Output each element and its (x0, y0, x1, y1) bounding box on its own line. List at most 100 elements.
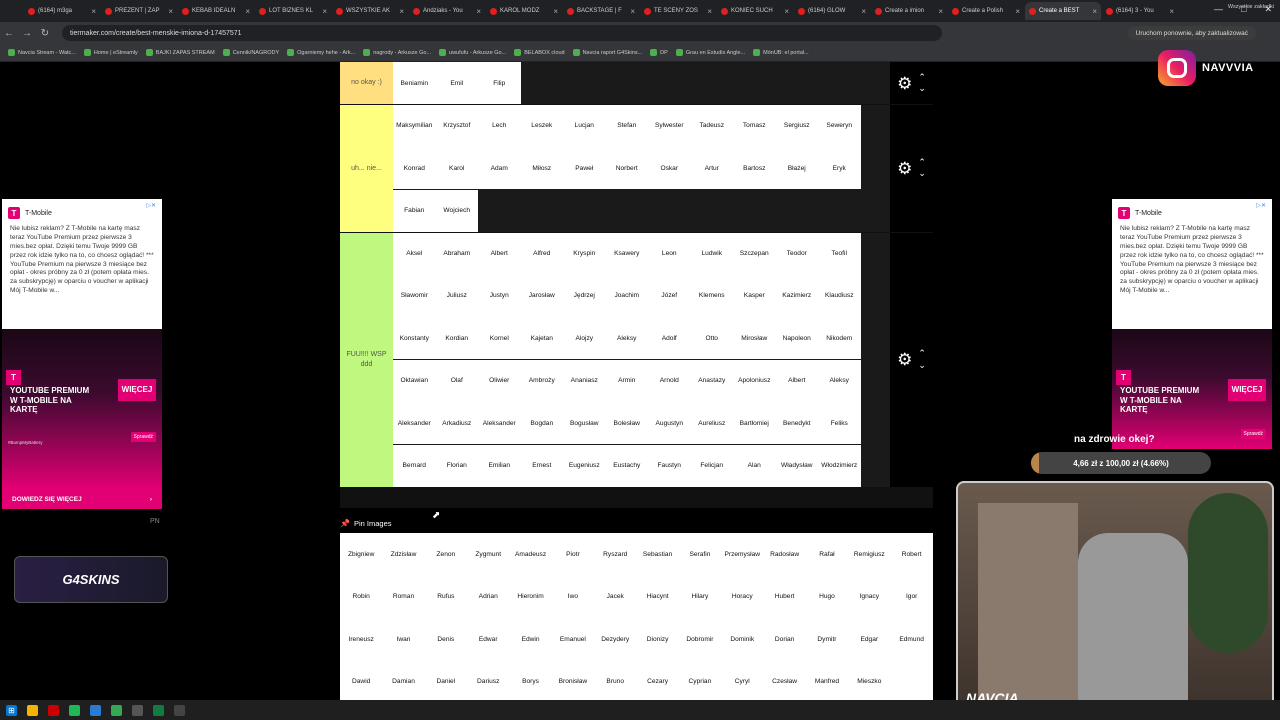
name-card[interactable]: Olaf (436, 360, 479, 402)
adchoices-icon[interactable]: ▷✕ (1256, 202, 1266, 209)
browser-tab[interactable]: TE SCENY ZOS × (640, 2, 716, 20)
browser-tab[interactable]: WSZYSTKIE AK × (332, 2, 408, 20)
name-card[interactable]: Edwin (509, 636, 551, 643)
name-card[interactable]: Bartłomiej (733, 402, 776, 444)
name-card[interactable]: Alojzy (563, 317, 606, 359)
browser-tab[interactable]: KONIEC SUCH × (717, 2, 793, 20)
tab-close-icon[interactable]: × (861, 7, 866, 16)
name-card[interactable]: Konrad (393, 147, 436, 189)
name-card[interactable]: Mirosław (733, 317, 776, 359)
name-card[interactable]: Aleksander (478, 402, 521, 444)
browser-tab[interactable]: KAROL MODZ × (486, 2, 562, 20)
name-card[interactable]: Justyn (478, 275, 521, 317)
browser-tab[interactable]: KEBAB IDEALN × (178, 2, 254, 20)
name-card[interactable]: Fabian (393, 190, 436, 232)
name-card[interactable]: Zenon (425, 551, 467, 558)
name-card[interactable]: Horacy (721, 593, 763, 600)
name-card[interactable]: Iwan (382, 636, 424, 643)
name-card[interactable]: Edwar (467, 636, 509, 643)
name-card[interactable]: Maksymilian (393, 105, 436, 147)
name-card[interactable]: Benedykt (776, 402, 819, 444)
name-card[interactable]: Kazimierz (776, 275, 819, 317)
tab-close-icon[interactable]: × (630, 7, 635, 16)
name-card[interactable]: Kasper (733, 275, 776, 317)
name-card[interactable]: Konstanty (393, 317, 436, 359)
ad-cta-button[interactable]: DOWIEDZ SIĘ WIĘCEJ › (2, 489, 162, 509)
bookmark-item[interactable]: Cennik/NAGRODY (222, 49, 279, 56)
name-card[interactable]: Cyprian (679, 678, 721, 685)
name-card[interactable]: Napoleon (776, 317, 819, 359)
name-card[interactable]: Rafał (806, 551, 848, 558)
name-card[interactable]: Arkadiusz (436, 402, 479, 444)
name-card[interactable]: Edgar (848, 636, 890, 643)
name-card[interactable]: Daniel (425, 678, 467, 685)
gear-icon[interactable]: ⚙ (897, 351, 912, 368)
name-card[interactable]: Eryk (818, 147, 861, 189)
tab-close-icon[interactable]: × (553, 7, 558, 16)
all-bookmarks-button[interactable]: Wszystkie zakładki (1228, 4, 1274, 10)
name-card[interactable]: Jędrzej (563, 275, 606, 317)
name-card[interactable]: Miłosz (521, 147, 564, 189)
bookmark-item[interactable]: nagrody - Arkusze Go... (363, 49, 431, 56)
chrome-icon[interactable] (111, 704, 122, 716)
name-card[interactable]: Hieronim (509, 593, 551, 600)
name-card[interactable]: Edmund (890, 636, 932, 643)
name-card[interactable]: Otto (691, 317, 734, 359)
browser-tab[interactable]: LOT BIZNES KL × (255, 2, 331, 20)
tab-close-icon[interactable]: × (784, 7, 789, 16)
name-card[interactable]: Manfred (806, 678, 848, 685)
tab-close-icon[interactable]: × (322, 7, 327, 16)
name-card[interactable]: Kryspin (563, 233, 606, 275)
name-card[interactable]: Przemysław (721, 551, 763, 558)
name-card[interactable]: Cezary (636, 678, 678, 685)
name-card[interactable]: Ananiasz (563, 360, 606, 402)
name-card[interactable]: Ernest (521, 445, 564, 487)
tier-label[interactable]: FUU!!!! WSP ddd (340, 232, 393, 487)
name-card[interactable]: Aksel (393, 233, 436, 275)
name-card[interactable]: Dionizy (636, 636, 678, 643)
name-card[interactable]: Faustyn (648, 445, 691, 487)
name-card[interactable]: Kordian (436, 317, 479, 359)
name-card[interactable]: Teofil (818, 233, 861, 275)
name-card[interactable]: Dorian (763, 636, 805, 643)
tab-close-icon[interactable]: × (399, 7, 404, 16)
bookmark-item[interactable]: BAJKI ZAPAS STREAM (145, 49, 215, 56)
name-card[interactable]: Eugeniusz (563, 445, 606, 487)
name-card[interactable]: Sergiusz (776, 105, 819, 147)
name-card[interactable]: Aleksy (606, 317, 649, 359)
name-card[interactable]: Sylwester (648, 105, 691, 147)
browser-tab[interactable]: Create a BEST × (1025, 2, 1101, 20)
name-card[interactable]: Filip (478, 62, 521, 104)
browser-tab[interactable]: Andziaks - You × (409, 2, 485, 20)
name-card[interactable]: Alan (733, 445, 776, 487)
forward-icon[interactable]: → (18, 28, 36, 39)
name-card[interactable]: Jarosław (521, 275, 564, 317)
name-card[interactable]: Oktawian (393, 360, 436, 402)
name-card[interactable]: Bolesław (606, 402, 649, 444)
name-card[interactable]: Hiacynt (636, 593, 678, 600)
file-explorer-icon[interactable] (27, 704, 38, 716)
ad-left[interactable]: T T-Mobile ▷✕ Nie lubisz reklam? Z T-Mob… (2, 199, 162, 509)
name-card[interactable]: Tomasz (733, 105, 776, 147)
ad-banner-image[interactable]: T YOUTUBE PREMIUM W T-MOBILE NA KARTĘ WI… (1112, 329, 1272, 449)
name-card[interactable]: Krzysztof (436, 105, 479, 147)
name-card[interactable]: Klaudiusz (818, 275, 861, 317)
back-icon[interactable]: ← (0, 28, 18, 39)
name-card[interactable]: Denis (425, 636, 467, 643)
chevron-down-icon[interactable]: ⌄ (918, 83, 926, 95)
name-card[interactable]: Kornel (478, 317, 521, 359)
name-card[interactable]: Dawid (340, 678, 382, 685)
steam-icon[interactable] (90, 704, 101, 716)
tier-label[interactable]: no okay :) (340, 62, 393, 105)
name-card[interactable]: Abraham (436, 233, 479, 275)
name-card[interactable]: Paweł (563, 147, 606, 189)
name-card[interactable]: Teodor (776, 233, 819, 275)
obs-icon[interactable] (132, 704, 143, 716)
name-card[interactable]: Adam (478, 147, 521, 189)
name-card[interactable]: Ignacy (848, 593, 890, 600)
tab-close-icon[interactable]: × (1092, 7, 1097, 16)
name-card[interactable]: Dominik (721, 636, 763, 643)
name-card[interactable]: Roman (382, 593, 424, 600)
app-icon[interactable] (174, 704, 185, 716)
name-card[interactable]: Aureliusz (691, 402, 734, 444)
